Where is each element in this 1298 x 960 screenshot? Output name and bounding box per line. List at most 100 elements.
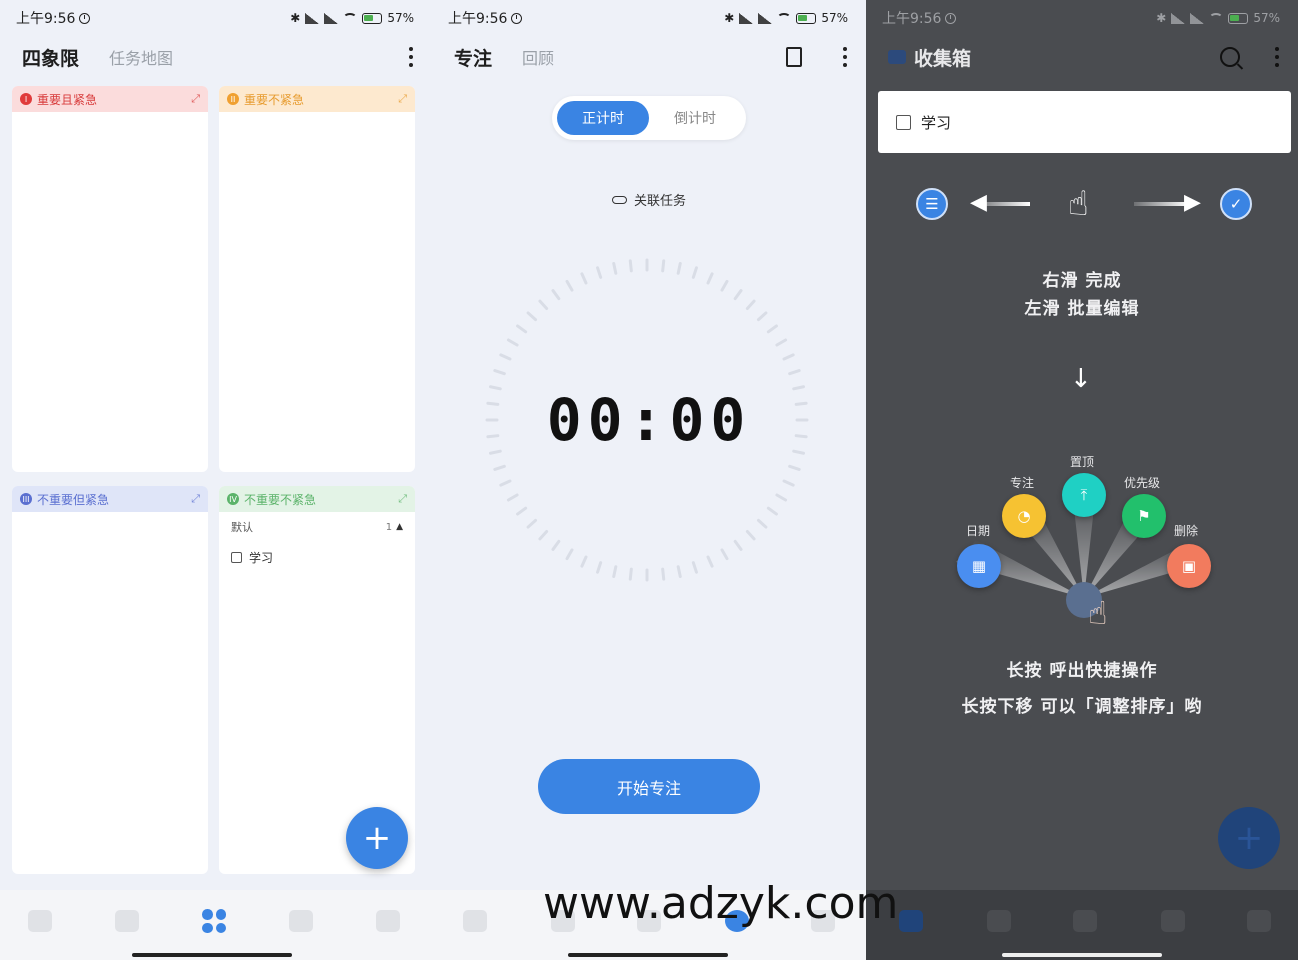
more-options-icon[interactable]	[1274, 47, 1280, 67]
quadrant-header: III 不重要但紧急 ⤢	[12, 486, 208, 512]
arrow-left-head: ◀	[970, 190, 987, 215]
trash-icon: ▣	[1167, 544, 1211, 588]
app-header: 四象限 任务地图	[22, 40, 414, 74]
swipe-left-hint: 左滑 批量编辑	[1024, 299, 1140, 319]
add-task-button[interactable]: +	[1218, 807, 1280, 869]
quadrant-label: 不重要不紧急	[244, 492, 317, 507]
battery-level: 57	[387, 11, 403, 25]
expand-icon[interactable]: ⤢	[191, 492, 200, 506]
timer-tick	[499, 353, 512, 361]
search-icon[interactable]	[1220, 47, 1240, 67]
timer-tick	[788, 369, 801, 376]
nav-quadrant-icon[interactable]	[1070, 906, 1100, 936]
tab-task-map[interactable]: 任务地图	[109, 45, 173, 69]
link-task-label: 关联任务	[633, 194, 686, 209]
radial-label-delete: 删除	[1174, 524, 1199, 538]
timer-tick	[526, 311, 538, 322]
task-group-header[interactable]: 默认 1 ▲	[219, 512, 415, 542]
caret-up-icon[interactable]: ▲	[396, 522, 403, 532]
document-icon[interactable]	[786, 47, 802, 67]
arrow-right-head: ▶	[1184, 190, 1201, 215]
timer-tick	[691, 561, 698, 574]
battery-unit: %	[836, 11, 848, 25]
signal-icon	[758, 12, 773, 24]
nav-profile-icon[interactable]	[1244, 906, 1274, 936]
nav-calendar-icon[interactable]	[984, 906, 1014, 936]
list-icon: ☰	[916, 188, 948, 220]
timer-tick	[756, 518, 768, 529]
wifi-icon	[777, 13, 792, 23]
task-title: 学习	[921, 113, 952, 132]
quadrant-screen: 上午9:56 ✱ 57% 四象限 任务地图 I 重要且紧急 ⤢ II 重要不紧急…	[0, 0, 432, 960]
nav-home-icon[interactable]	[460, 906, 490, 936]
start-focus-button[interactable]: 开始专注	[538, 759, 760, 814]
add-task-button[interactable]: +	[346, 807, 408, 869]
nav-home-icon[interactable]	[896, 906, 926, 936]
alarm-icon	[511, 12, 523, 24]
inbox-icon	[888, 50, 906, 64]
expand-icon[interactable]: ⤢	[398, 92, 407, 106]
tab-review[interactable]: 回顾	[522, 45, 554, 69]
timer-tick	[720, 548, 729, 561]
timer-tick	[628, 259, 633, 273]
long-press-hint: 长按 呼出快捷操作	[1006, 661, 1158, 681]
timer-tick	[706, 272, 714, 285]
nav-profile-icon[interactable]	[373, 906, 403, 936]
home-indicator	[1002, 953, 1162, 957]
tab-quadrant[interactable]: 四象限	[22, 44, 79, 71]
tab-count-up[interactable]: 正计时	[557, 101, 649, 135]
check-icon: ✓	[1220, 188, 1252, 220]
press-hand-icon: ☝	[1088, 594, 1108, 632]
expand-icon[interactable]: ⤢	[398, 492, 407, 506]
quadrant-header: I 重要且紧急 ⤢	[12, 86, 208, 112]
task-item[interactable]: 学习	[878, 91, 1291, 153]
tab-count-down[interactable]: 倒计时	[649, 101, 741, 135]
nav-home-icon[interactable]	[25, 906, 55, 936]
timer-tick	[691, 266, 698, 279]
link-task-button[interactable]: 关联任务	[432, 190, 866, 209]
wifi-icon	[343, 13, 358, 23]
timer-tick	[538, 299, 549, 311]
bottom-nav	[0, 890, 432, 960]
tab-focus[interactable]: 专注	[454, 44, 492, 71]
timer-tick	[526, 518, 538, 529]
signal-icon	[1171, 12, 1186, 24]
nav-focus-icon[interactable]	[286, 906, 316, 936]
quadrant-label: 不重要但紧急	[37, 492, 110, 507]
status-bar: 上午9:56 ✱ 57%	[882, 6, 1280, 30]
timer-tick	[565, 548, 574, 561]
timer-tick	[766, 324, 778, 334]
task-checkbox[interactable]	[896, 114, 911, 130]
timer-tick	[612, 565, 618, 579]
arrow-right-icon	[1134, 202, 1188, 206]
timer-tick	[775, 338, 788, 347]
task-checkbox[interactable]	[231, 551, 242, 563]
timer-tick	[766, 506, 778, 516]
more-options-icon[interactable]	[842, 47, 848, 67]
roman-2-icon: II	[227, 93, 239, 105]
timer-tick	[733, 539, 743, 551]
group-count: 1	[385, 521, 393, 533]
quadrant-important-not-urgent[interactable]: II 重要不紧急 ⤢	[219, 86, 415, 472]
nav-calendar-icon[interactable]	[112, 906, 142, 936]
swipe-right-hint: 右滑 完成	[1042, 271, 1122, 291]
nav-focus-icon[interactable]	[1158, 906, 1188, 936]
quadrant-label: 重要不紧急	[244, 92, 305, 107]
quadrant-urgent-important[interactable]: I 重要且紧急 ⤢	[12, 86, 208, 472]
pin-top-icon: ⤒	[1062, 473, 1106, 517]
timer-tick	[493, 464, 506, 471]
bottom-nav	[866, 890, 1298, 960]
expand-icon[interactable]: ⤢	[191, 92, 200, 106]
more-options-icon[interactable]	[408, 47, 414, 67]
task-item[interactable]: 学习	[219, 542, 415, 572]
group-name: 默认	[231, 521, 253, 534]
status-bar: 上午9:56 ✱ 57%	[448, 6, 848, 30]
timer-tick	[565, 279, 574, 292]
timer-tick	[612, 261, 618, 275]
timer-tick	[745, 299, 756, 311]
timer-tick	[775, 493, 788, 502]
radial-label-date: 日期	[966, 524, 991, 538]
nav-quadrant-icon[interactable]	[199, 906, 229, 936]
signal-icon	[739, 12, 754, 24]
quadrant-urgent-not-important[interactable]: III 不重要但紧急 ⤢	[12, 486, 208, 874]
